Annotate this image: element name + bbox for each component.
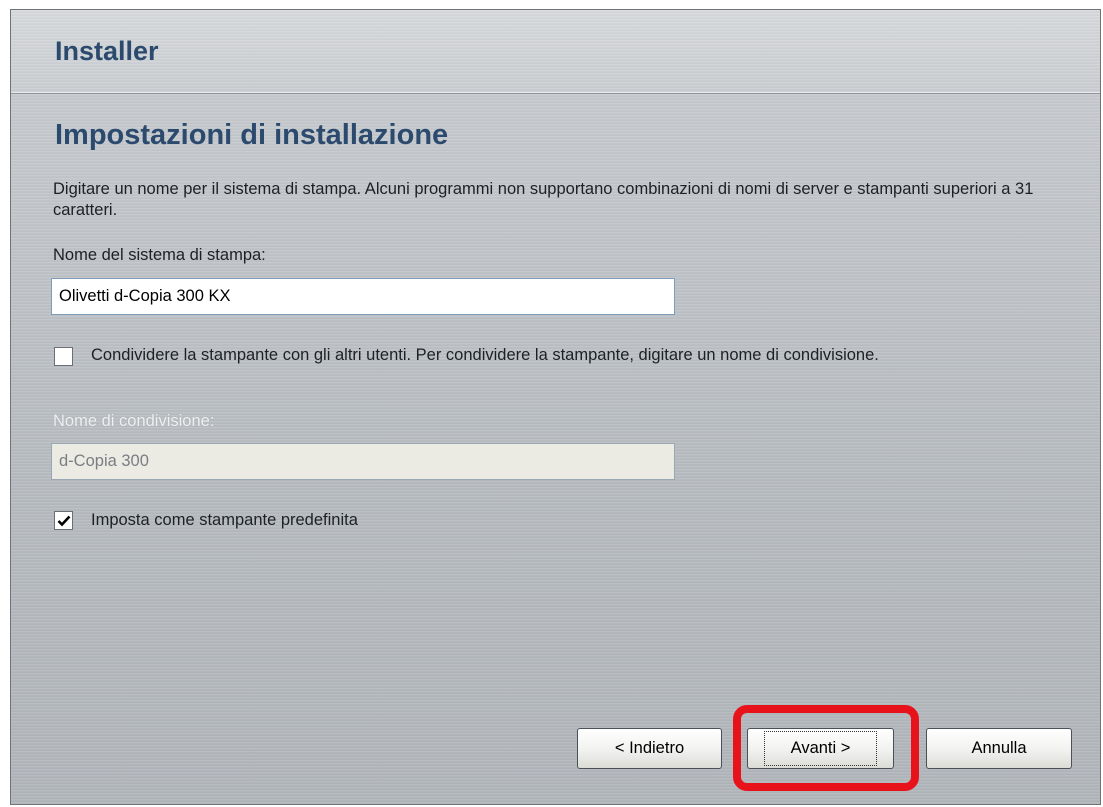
share-name-label: Nome di condivisione:: [53, 412, 215, 430]
share-printer-checkbox[interactable]: [54, 347, 73, 366]
share-name-input[interactable]: [51, 443, 675, 480]
window-title: Installer: [55, 36, 159, 66]
default-printer-checkbox[interactable]: [54, 511, 73, 530]
checkmark-icon: [57, 515, 70, 526]
back-button[interactable]: < Indietro: [577, 728, 722, 769]
installer-window: Installer Impostazioni di installazione …: [10, 9, 1101, 805]
printer-name-input[interactable]: [51, 278, 675, 315]
default-printer-label: Imposta come stampante predefinita: [91, 511, 358, 529]
share-printer-label: Condividere la stampante con gli altri u…: [91, 346, 879, 364]
printer-name-label: Nome del sistema di stampa:: [53, 246, 266, 264]
title-bar: Installer: [11, 10, 1100, 93]
page-heading: Impostazioni di installazione: [55, 119, 449, 151]
description-text: Digitare un nome per il sistema di stamp…: [53, 180, 1034, 219]
back-button-label: < Indietro: [614, 739, 685, 757]
cancel-button-label: Annulla: [971, 739, 1027, 757]
next-button-highlight: [733, 705, 919, 791]
cancel-button[interactable]: Annulla: [926, 728, 1072, 769]
